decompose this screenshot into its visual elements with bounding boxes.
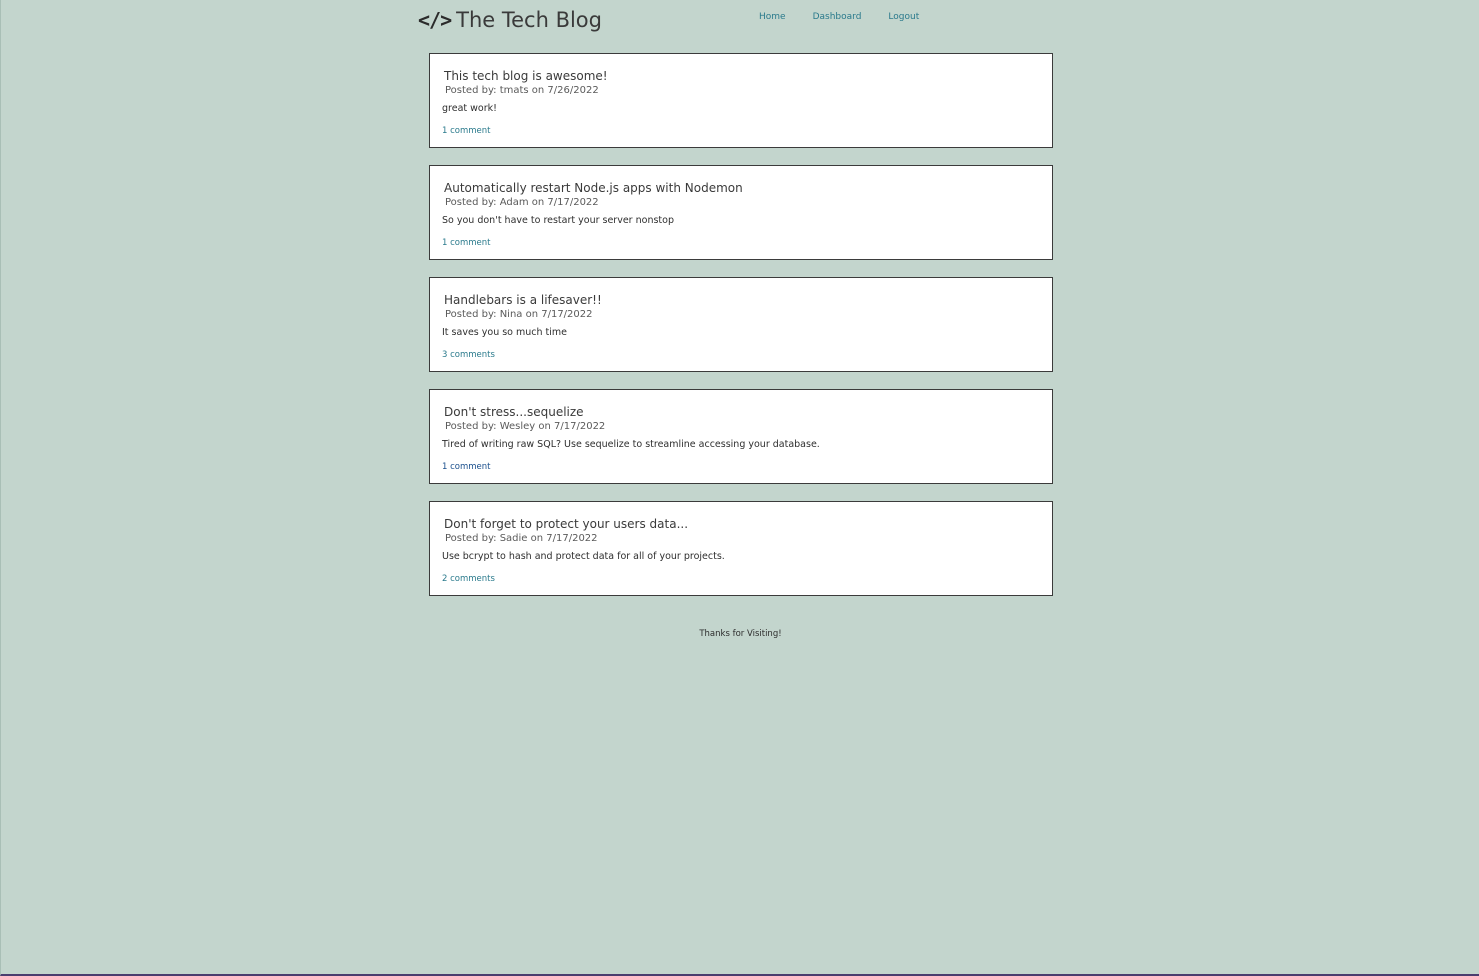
nav-logout-link[interactable]: Logout — [888, 12, 919, 22]
site-title: The Tech Blog — [456, 8, 602, 32]
code-icon: </> — [418, 8, 452, 32]
post-title[interactable]: Handlebars is a lifesaver!! — [444, 293, 602, 307]
post-card[interactable]: Handlebars is a lifesaver!! Posted by: N… — [429, 277, 1053, 372]
main-nav: Home Dashboard Logout — [759, 12, 946, 22]
nav-dashboard-link[interactable]: Dashboard — [813, 12, 862, 22]
post-body: great work! — [442, 103, 497, 114]
post-comments-link[interactable]: 1 comment — [442, 462, 491, 472]
post-title[interactable]: Automatically restart Node.js apps with … — [444, 181, 743, 195]
post-title[interactable]: This tech blog is awesome! — [444, 69, 608, 83]
post-body: So you don't have to restart your server… — [442, 215, 674, 226]
site-footer: Thanks for Visiting! — [699, 629, 782, 639]
brand[interactable]: </> The Tech Blog — [418, 8, 602, 32]
post-comments-link[interactable]: 1 comment — [442, 126, 491, 136]
post-meta: Posted by: Nina on 7/17/2022 — [445, 309, 593, 320]
site-header: </> The Tech Blog Home Dashboard Logout — [418, 6, 919, 40]
post-body: Use bcrypt to hash and protect data for … — [442, 551, 725, 562]
post-meta: Posted by: Wesley on 7/17/2022 — [445, 421, 606, 432]
post-card[interactable]: Don't forget to protect your users data.… — [429, 501, 1053, 596]
post-title[interactable]: Don't stress...sequelize — [444, 405, 584, 419]
post-card[interactable]: This tech blog is awesome! Posted by: tm… — [429, 53, 1053, 148]
post-meta: Posted by: Adam on 7/17/2022 — [445, 197, 599, 208]
post-comments-link[interactable]: 3 comments — [442, 350, 495, 360]
nav-home-link[interactable]: Home — [759, 12, 786, 22]
post-meta: Posted by: tmats on 7/26/2022 — [445, 85, 599, 96]
post-body: It saves you so much time — [442, 327, 568, 338]
post-body: Tired of writing raw SQL? Use sequelize … — [442, 439, 820, 450]
post-list: This tech blog is awesome! Posted by: tm… — [429, 53, 1053, 613]
post-comments-link[interactable]: 2 comments — [442, 574, 495, 584]
post-comments-link[interactable]: 1 comment — [442, 238, 491, 248]
post-card[interactable]: Don't stress...sequelize Posted by: Wesl… — [429, 389, 1053, 484]
post-meta: Posted by: Sadie on 7/17/2022 — [445, 533, 598, 544]
post-card[interactable]: Automatically restart Node.js apps with … — [429, 165, 1053, 260]
post-title[interactable]: Don't forget to protect your users data.… — [444, 517, 688, 531]
